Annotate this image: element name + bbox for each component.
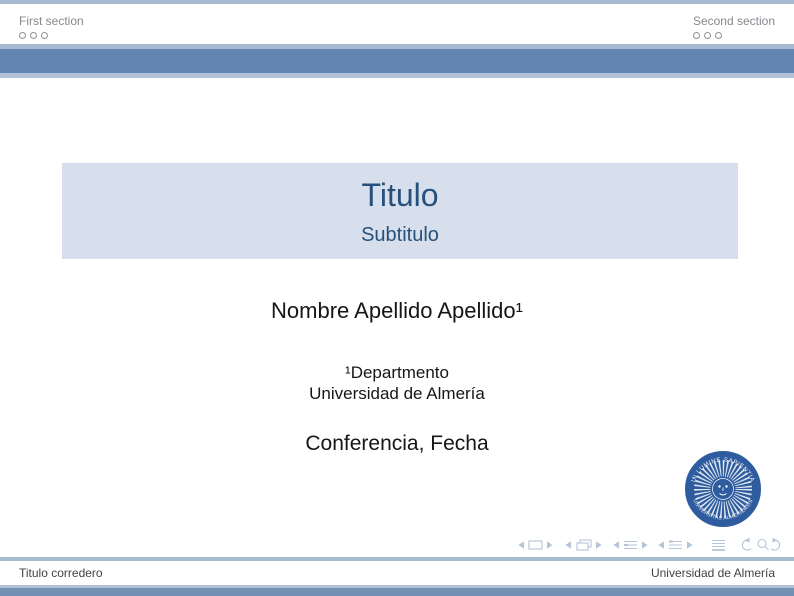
slide-subtitle: Subtitulo [62, 222, 738, 248]
frame-dots-second [693, 32, 775, 40]
bottom-blue-bar [0, 588, 794, 596]
next-subsection-icon[interactable] [642, 541, 648, 549]
frame-dot[interactable] [704, 32, 711, 39]
frame-icon[interactable] [577, 540, 591, 550]
frame-dot[interactable] [30, 32, 37, 39]
footer-bar: Titulo corredero Universidad de Almería [0, 561, 794, 585]
prev-subsection-icon[interactable] [614, 541, 620, 549]
conference-date: Conferencia, Fecha [0, 431, 794, 457]
author-name: Nombre Apellido Apellido¹ [0, 296, 794, 326]
find-icon[interactable] [758, 540, 769, 551]
beamer-slide: First section Second section Titulo Subt… [0, 0, 794, 596]
next-slide-icon[interactable] [547, 541, 553, 549]
frame-dot[interactable] [693, 32, 700, 39]
top-strip [0, 0, 794, 4]
slide-icon[interactable] [529, 541, 542, 549]
prev-frame-icon[interactable] [566, 541, 572, 549]
section-label[interactable]: Second section [693, 13, 775, 29]
institute-department: ¹Departmento [0, 362, 794, 383]
header-separator-2 [0, 73, 794, 78]
presentation-end-icon[interactable] [712, 541, 725, 551]
frame-dot[interactable] [715, 32, 722, 39]
forward-icon[interactable] [771, 538, 780, 550]
slide-title: Titulo [62, 175, 738, 215]
frame-dot[interactable] [19, 32, 26, 39]
footer-running-title: Titulo corredero [19, 566, 103, 580]
university-seal-logo: IN LUMINE SAPIENTIA UNIVERSITAS ALMERIEN… [685, 451, 761, 527]
prev-slide-icon[interactable] [519, 541, 525, 549]
section-label[interactable]: First section [19, 13, 84, 29]
header-section-first[interactable]: First section [19, 13, 84, 40]
sun-face-icon [713, 479, 734, 500]
beamer-navigation-bar [517, 537, 781, 553]
next-section-icon[interactable] [687, 541, 693, 549]
frame-dot[interactable] [41, 32, 48, 39]
next-frame-icon[interactable] [596, 541, 602, 549]
prev-section-icon[interactable] [659, 541, 665, 549]
header-blue-bar [0, 49, 794, 73]
title-box: Titulo Subtitulo [62, 163, 738, 259]
back-icon[interactable] [742, 538, 751, 550]
institute-university: Universidad de Almería [0, 383, 794, 404]
section-icon[interactable] [669, 542, 682, 549]
header-section-second[interactable]: Second section [693, 13, 775, 40]
subsection-icon[interactable] [624, 542, 637, 549]
frame-dots-first [19, 32, 84, 40]
footer-institution: Universidad de Almería [651, 566, 775, 580]
institute-block: ¹Departmento Universidad de Almería [0, 362, 794, 404]
